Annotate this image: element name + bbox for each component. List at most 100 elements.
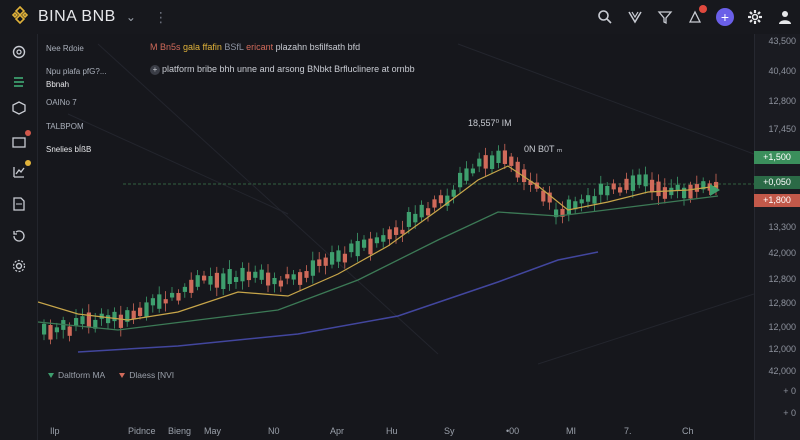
gear-icon[interactable] — [746, 8, 764, 26]
candle — [67, 326, 72, 336]
triangle-down-icon — [48, 372, 54, 378]
bell-icon[interactable] — [686, 5, 707, 26]
candle — [323, 257, 328, 266]
price-axis[interactable]: 43,500 40,400 12,800 17,450 13,300 42,00… — [754, 34, 800, 440]
app-title: BINA BNB — [38, 8, 116, 25]
price-tick-label: 17,450 — [768, 124, 796, 134]
candle — [592, 196, 597, 204]
candle — [310, 260, 315, 276]
legend-item-green: Daltform MA — [48, 370, 105, 380]
candle — [266, 272, 271, 286]
cube-icon[interactable] — [9, 98, 29, 118]
candle — [176, 293, 181, 301]
price-tick-label: 12,000 — [768, 322, 796, 332]
candle — [496, 150, 501, 163]
date-tick-label: Apr — [330, 426, 345, 436]
date-tick-label: 7. — [624, 426, 632, 436]
candle — [541, 190, 546, 202]
time-axis[interactable]: Ilp Pidnce Bieng May N0 Apr Hu Sy •00 MI… — [38, 424, 754, 440]
exchange-icon[interactable] — [9, 72, 29, 92]
user-icon[interactable] — [776, 8, 794, 26]
candle — [515, 161, 520, 178]
candle — [246, 271, 251, 281]
status-badge — [25, 160, 31, 166]
chart-canvas[interactable] — [37, 34, 755, 406]
search-icon[interactable] — [596, 8, 614, 26]
sidebar — [0, 34, 38, 440]
candle — [374, 237, 379, 244]
more-options-icon[interactable]: ⋮ — [154, 9, 168, 26]
annotation-line-2: + platform bribe bhh unne and arsong BNbk… — [150, 64, 415, 75]
portfolio-icon[interactable] — [9, 130, 31, 152]
candle — [387, 229, 392, 240]
candle — [106, 315, 111, 324]
watchlist-panel: Nee Rdoie Npu plafa pfG?... Bbnah OAINo … — [38, 34, 138, 160]
candle — [694, 184, 699, 192]
candle — [381, 235, 386, 242]
trade-icon[interactable] — [9, 160, 31, 182]
candle — [259, 269, 264, 280]
candle — [688, 184, 693, 199]
list-item[interactable]: TALBPOM — [46, 122, 84, 131]
candle — [342, 253, 347, 263]
settings-icon[interactable] — [9, 42, 29, 62]
candle — [656, 181, 661, 197]
price-tick-label: 42,000 — [768, 366, 796, 376]
plus-circle-icon[interactable]: + — [150, 65, 160, 75]
binance-logo-icon — [10, 5, 30, 30]
candle — [54, 327, 59, 333]
date-tick-label: Sy — [444, 426, 455, 436]
list-item[interactable]: Nee Rdoie — [46, 44, 84, 53]
plus-icon[interactable]: + — [716, 8, 734, 26]
candle — [272, 277, 277, 285]
candle — [643, 174, 648, 187]
price-chart[interactable]: M Bn5s gala ffafin BSfL ericant plazahn … — [37, 34, 755, 406]
notification-badge — [699, 5, 707, 13]
top-bar: BINA BNB ⌄ ⋮ + — [0, 0, 800, 34]
list-item[interactable]: Bbnah — [46, 80, 69, 89]
triangle-down-icon — [119, 372, 126, 378]
candle — [451, 189, 456, 197]
list-item[interactable]: Npu plafa pfG?... — [46, 67, 106, 76]
price-tag-low: +1,800 — [754, 194, 800, 207]
candle — [291, 274, 296, 280]
shield-icon[interactable] — [626, 8, 644, 26]
document-icon[interactable] — [9, 194, 29, 214]
candle — [74, 318, 79, 326]
candle — [394, 227, 399, 235]
date-tick-label: •00 — [506, 426, 520, 436]
candle — [42, 323, 47, 335]
candle — [400, 229, 405, 234]
candle — [355, 241, 360, 257]
legend-item-red: Dlaess [NVI — [119, 370, 174, 380]
candle — [234, 277, 239, 282]
price-tick-label: 40,400 — [768, 66, 796, 76]
price-tick-label: 42,000 — [768, 248, 796, 258]
gear-icon[interactable] — [9, 256, 29, 276]
filter-icon[interactable] — [656, 8, 674, 26]
candle — [298, 272, 303, 285]
candle — [419, 204, 424, 218]
annotation-line-1: M Bn5s gala ffafin BSfL ericant plazahn … — [150, 42, 361, 52]
price-tick-label: 43,500 — [768, 36, 796, 46]
candle — [458, 172, 463, 188]
price-tick-label: 13,300 — [768, 222, 796, 232]
volume-tick-label: + 0 — [783, 408, 796, 418]
list-item[interactable]: Snelies bÍßB — [46, 145, 91, 154]
candle — [413, 213, 418, 223]
candle — [362, 239, 367, 248]
brand-switcher[interactable]: BINA BNB ⌄ — [0, 0, 136, 34]
list-item[interactable]: OAINo 7 — [46, 98, 77, 107]
history-icon[interactable] — [9, 226, 29, 246]
date-tick-label: N0 — [268, 426, 280, 436]
candle — [598, 183, 603, 195]
date-tick-label: Pidnce — [128, 426, 156, 436]
candle — [317, 259, 322, 266]
candle — [336, 250, 341, 262]
chevron-down-icon[interactable]: ⌄ — [126, 10, 136, 24]
candle — [368, 238, 373, 255]
candle — [349, 243, 354, 253]
date-tick-label: Ch — [682, 426, 694, 436]
candle — [208, 276, 213, 285]
price-tick-label: 12,000 — [768, 344, 796, 354]
